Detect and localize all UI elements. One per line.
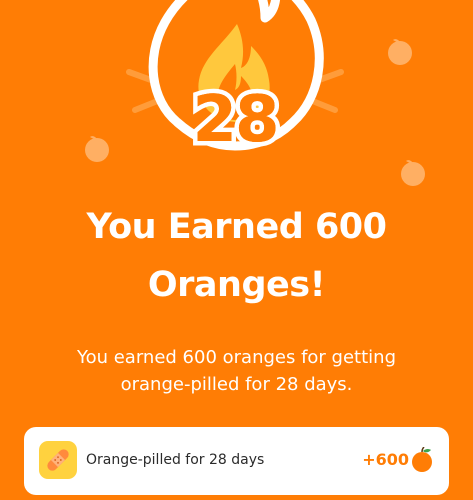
reward-icon-tile: [39, 441, 77, 479]
streak-reward-screen: 28 28 You Earned 600 Oranges! You earned…: [0, 0, 473, 500]
orange-icon: [401, 160, 425, 186]
bandage-icon: [47, 449, 69, 471]
title-line-2: Oranges!: [147, 265, 326, 305]
description-line-2: orange-pilled for 28 days.: [120, 374, 353, 395]
reward-card: Orange-pilled for 28 days +600: [24, 427, 449, 495]
title-line-1: You Earned 600: [86, 207, 387, 247]
reward-description: You earned 600 oranges for getting orang…: [30, 344, 443, 398]
orange-icon: [85, 136, 109, 162]
description-line-1: You earned 600 oranges for getting: [76, 347, 397, 368]
streak-count: 28: [192, 83, 279, 157]
reward-amount: +600: [362, 450, 409, 469]
page-title: You Earned 600 Oranges!: [20, 198, 453, 314]
orange-icon: [388, 39, 412, 65]
streak-badge: 28 28: [115, 0, 355, 165]
orange-icon: [412, 447, 432, 472]
reward-label: Orange-pilled for 28 days: [86, 452, 265, 468]
